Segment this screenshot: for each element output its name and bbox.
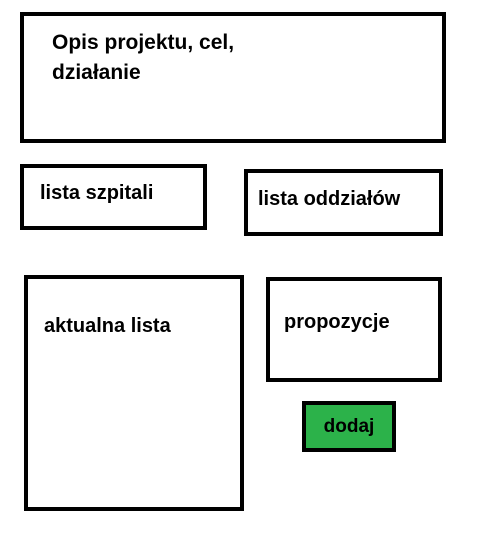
departments-list-label: lista oddziałów [258, 188, 401, 210]
project-description-line-2: działanie [52, 61, 141, 84]
add-button[interactable]: dodaj [302, 401, 396, 452]
current-list-label: aktualna lista [44, 315, 171, 337]
hospitals-list-panel[interactable]: lista szpitali [20, 164, 207, 230]
project-description-panel: Opis projektu, cel, działanie [20, 12, 446, 143]
departments-list-panel[interactable]: lista oddziałów [244, 169, 443, 236]
proposals-label: propozycje [284, 311, 390, 333]
project-description-line-1: Opis projektu, cel, [52, 31, 235, 54]
current-list-panel[interactable]: aktualna lista [24, 275, 244, 511]
hospitals-list-label: lista szpitali [40, 182, 154, 204]
project-description-text: Opis projektu, cel, działanie [52, 28, 412, 88]
proposals-panel[interactable]: propozycje [266, 277, 442, 382]
